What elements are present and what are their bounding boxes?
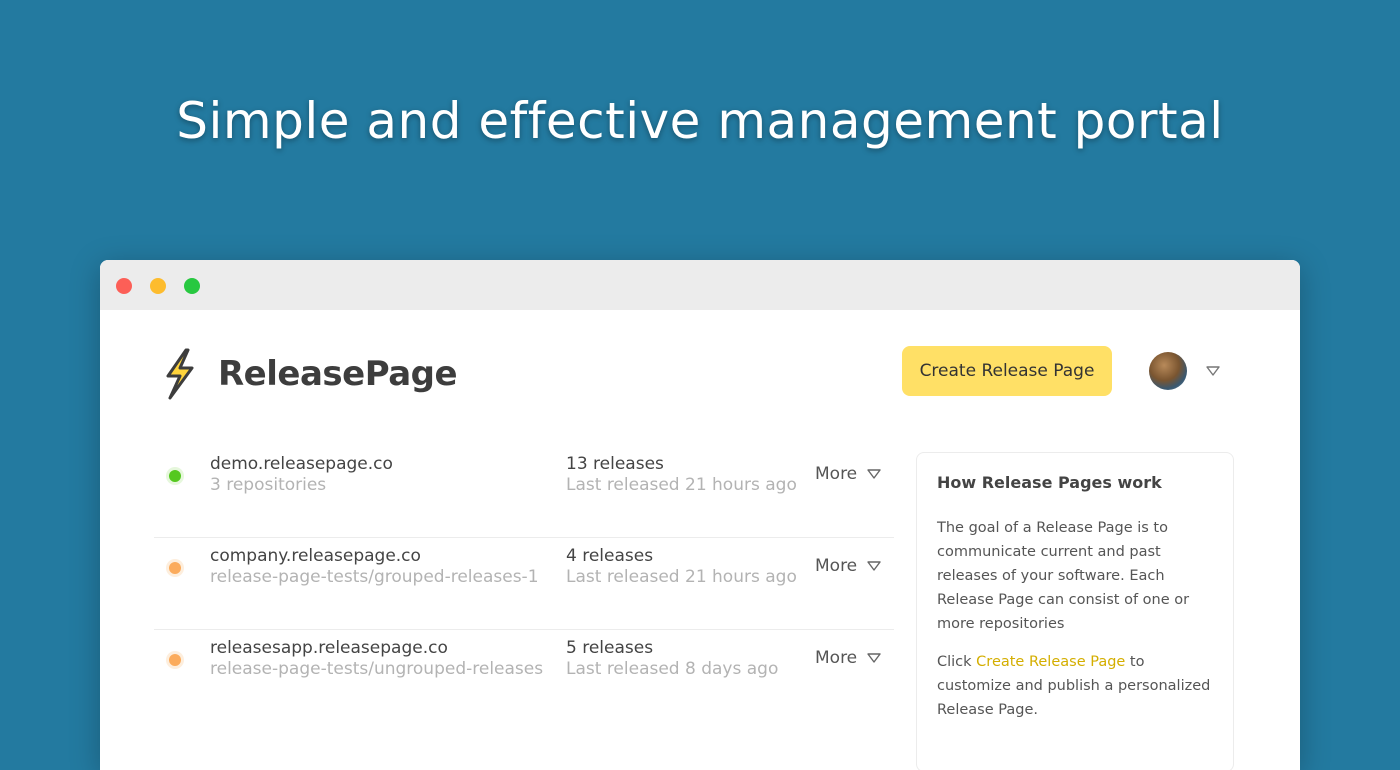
- list-item[interactable]: demo.releasepage.co 3 repositories 13 re…: [154, 446, 894, 538]
- last-released: Last released 8 days ago: [566, 659, 779, 679]
- help-text: Click: [937, 654, 977, 670]
- page-source: release-page-tests/grouped-releases-1: [210, 567, 539, 587]
- chevron-down-icon: [867, 653, 881, 663]
- help-panel-title: How Release Pages work: [937, 473, 1162, 492]
- more-dropdown[interactable]: More: [815, 556, 881, 576]
- page-source: release-page-tests/ungrouped-releases: [210, 659, 544, 679]
- help-paragraph: Click Create Release Page to customize a…: [937, 650, 1213, 722]
- chevron-down-icon: [867, 561, 881, 571]
- list-item[interactable]: company.releasepage.co release-page-test…: [154, 538, 894, 630]
- help-panel-body: The goal of a Release Page is to communi…: [937, 516, 1213, 722]
- list-item[interactable]: releasesapp.releasepage.co release-page-…: [154, 630, 894, 721]
- page-domain[interactable]: demo.releasepage.co: [210, 454, 393, 474]
- release-count: 13 releases: [566, 454, 664, 474]
- status-indicator: [169, 562, 181, 574]
- logo-text: ReleasePage: [218, 354, 458, 394]
- user-avatar[interactable]: [1149, 352, 1187, 390]
- release-pages-list: demo.releasepage.co 3 repositories 13 re…: [154, 446, 894, 721]
- help-paragraph: The goal of a Release Page is to communi…: [937, 520, 1190, 632]
- window-titlebar: [100, 260, 1300, 310]
- release-count: 4 releases: [566, 546, 654, 566]
- more-dropdown[interactable]: More: [815, 648, 881, 668]
- page-domain[interactable]: releasesapp.releasepage.co: [210, 638, 448, 658]
- create-release-page-button[interactable]: Create Release Page: [902, 346, 1112, 396]
- chevron-down-icon: [867, 469, 881, 479]
- page-source: 3 repositories: [210, 475, 327, 495]
- last-released: Last released 21 hours ago: [566, 475, 797, 495]
- create-release-page-link[interactable]: Create Release Page: [976, 654, 1125, 670]
- page-domain[interactable]: company.releasepage.co: [210, 546, 421, 566]
- status-indicator: [169, 654, 181, 666]
- lightning-bolt-icon: [166, 348, 194, 400]
- browser-window: ReleasePage Create Release Page demo.rel…: [100, 260, 1300, 770]
- help-panel: How Release Pages work The goal of a Rel…: [916, 452, 1234, 770]
- hero-title: Simple and effective management portal: [176, 92, 1224, 150]
- more-label: More: [815, 464, 858, 484]
- maximize-window-icon[interactable]: [184, 278, 200, 294]
- chevron-down-icon[interactable]: [1206, 364, 1220, 378]
- more-label: More: [815, 556, 858, 576]
- more-label: More: [815, 648, 858, 668]
- minimize-window-icon[interactable]: [150, 278, 166, 294]
- app-logo[interactable]: ReleasePage: [158, 344, 458, 404]
- status-indicator: [169, 470, 181, 482]
- release-count: 5 releases: [566, 638, 654, 658]
- more-dropdown[interactable]: More: [815, 464, 881, 484]
- last-released: Last released 21 hours ago: [566, 567, 797, 587]
- close-window-icon[interactable]: [116, 278, 132, 294]
